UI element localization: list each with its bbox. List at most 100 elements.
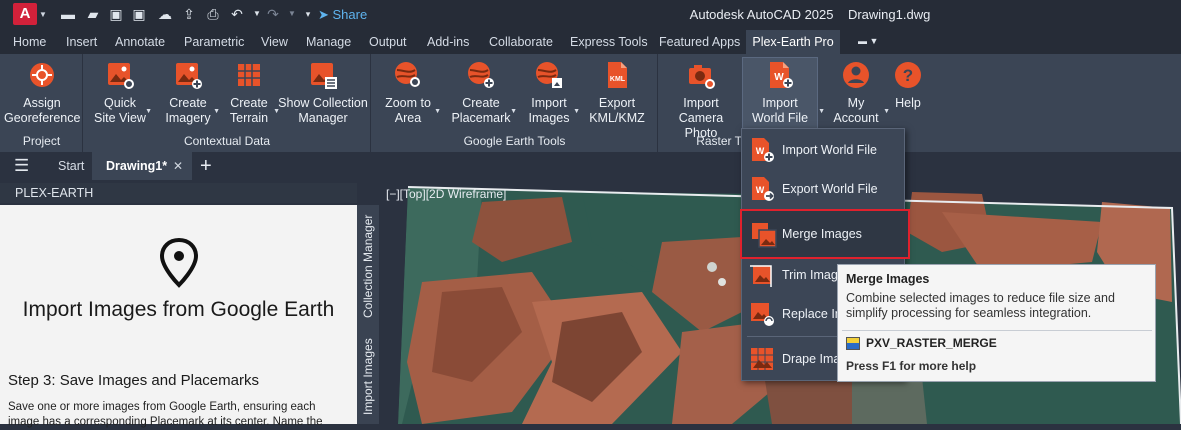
svg-text:W: W (774, 72, 784, 83)
terrain-grid-icon (238, 64, 260, 86)
tab-collaborate[interactable]: Collaborate (489, 30, 553, 54)
menu-item-label: Import World File (782, 143, 877, 157)
new-tab-icon[interactable]: + (200, 152, 220, 180)
my-account-label: My Account (833, 96, 879, 125)
create-terrain-button[interactable]: Create Terrain ▼ (224, 58, 280, 130)
show-collection-manager-label: Show Collection Manager (278, 96, 368, 125)
share-label: Share (332, 7, 368, 22)
menu-item-import-world-file[interactable]: W Import World File (743, 133, 903, 167)
tab-insert[interactable]: Insert (66, 30, 97, 54)
tab-parametric[interactable]: Parametric (184, 30, 244, 54)
show-collection-manager-button[interactable]: Show Collection Manager (278, 58, 368, 130)
cloud-icon[interactable]: ☁ (157, 6, 173, 22)
my-account-button[interactable]: My Account ▼ (828, 58, 890, 130)
help-button[interactable]: ? Help (890, 58, 926, 130)
undo-icon[interactable]: ↶ (229, 6, 245, 22)
globe-zoom-icon (395, 62, 420, 87)
imagery-icon (176, 63, 202, 89)
command-icon (846, 337, 860, 350)
menu-icon[interactable]: ☰ (14, 157, 34, 175)
chevron-down-icon[interactable]: ▼ (818, 108, 825, 115)
autocad-logo[interactable]: A (13, 3, 37, 25)
chevron-down-icon[interactable]: ▼ (284, 6, 300, 22)
quick-site-view-button[interactable]: Quick Site View ▼ (94, 58, 152, 130)
georeference-icon (30, 63, 54, 87)
menu-item-label: Trim Image (782, 268, 845, 282)
tab-annotate[interactable]: Annotate (115, 30, 165, 54)
export-kml-button[interactable]: KML Export KML/KMZ (586, 58, 648, 130)
menu-item-export-world-file[interactable]: W Export World File (743, 172, 903, 206)
chevron-down-icon[interactable]: ▼ (39, 10, 47, 19)
chevron-down-icon[interactable]: ▼ (883, 108, 890, 115)
collection-manager-icon (311, 63, 337, 89)
assign-georeference-label: Assign Georeference (4, 96, 81, 125)
tooltip-help: Press F1 for more help (846, 359, 977, 373)
menu-item-label: Replace Im (782, 307, 846, 321)
customize-icon[interactable]: ▾ (300, 6, 316, 22)
plex-earth-panel: Import Images from Google Earth Step 3: … (0, 205, 357, 428)
save-as-icon[interactable]: ▣ (131, 6, 147, 22)
create-placemark-label: Create Placemark (451, 96, 511, 125)
chevron-down-icon[interactable]: ▼ (213, 108, 220, 115)
group-raster-label: Raster T (696, 134, 742, 148)
chevron-down-icon[interactable]: ▼ (434, 108, 441, 115)
new-file-icon[interactable]: ▬ (60, 6, 76, 22)
tab-plex-earth-pro[interactable]: Plex-Earth Pro (746, 30, 840, 54)
globe-placemark-icon (468, 62, 494, 88)
print-icon[interactable]: ⎙ (205, 6, 221, 22)
redo-icon[interactable]: ↷ (265, 6, 281, 22)
tab-add-ins[interactable]: Add-ins (427, 30, 469, 54)
zoom-to-area-label: Zoom to Area (385, 96, 431, 125)
svg-text:KML: KML (610, 76, 626, 83)
zoom-to-area-button[interactable]: Zoom to Area ▼ (381, 58, 441, 130)
tab-manage[interactable]: Manage (306, 30, 351, 54)
menu-item-label: Export World File (782, 182, 878, 196)
save-icon[interactable]: ▣ (108, 6, 124, 22)
assign-georeference-button[interactable]: Assign Georeference (4, 58, 80, 130)
create-placemark-button[interactable]: Create Placemark ▼ (451, 58, 517, 130)
tab-options-icon[interactable]: ▬ ▼ (858, 36, 886, 48)
window-title: Autodesk AutoCAD 2025 Drawing1.dwg (689, 7, 931, 22)
help-label: Help (895, 96, 921, 110)
chevron-down-icon[interactable]: ▼ (510, 108, 517, 115)
open-folder-icon[interactable]: ▰ (85, 6, 101, 22)
trim-image-icon (750, 265, 772, 287)
tab-output[interactable]: Output (369, 30, 407, 54)
help-icon: ? (895, 62, 921, 88)
import-world-file-button[interactable]: W Import World File ▼ (742, 57, 825, 129)
replace-image-icon (751, 303, 774, 326)
tooltip-description: Combine selected images to reduce file s… (846, 291, 1115, 320)
svg-text:?: ? (903, 66, 913, 85)
export-kml-label: Export KML/KMZ (589, 96, 645, 125)
tooltip-separator (842, 330, 1152, 331)
tab-express-tools[interactable]: Express Tools (570, 30, 648, 54)
chevron-down-icon[interactable]: ▼ (249, 6, 265, 22)
tab-import-images[interactable]: Import Images from... (357, 329, 397, 424)
tab-home[interactable]: Home (13, 30, 46, 54)
globe-import-icon (536, 62, 562, 88)
step-text: Save one or more images from Google Eart… (8, 401, 323, 428)
import-camera-photo-button[interactable]: Import Camera Photo (662, 58, 740, 140)
group-contextual-label: Contextual Data (183, 134, 271, 148)
create-imagery-button[interactable]: Create Imagery ▼ (162, 58, 220, 130)
create-imagery-label: Create Imagery (165, 96, 211, 125)
share-button[interactable]: ➤ Share (318, 6, 367, 24)
tooltip-command: PXV_RASTER_MERGE (866, 336, 997, 350)
chevron-down-icon[interactable]: ▼ (145, 108, 152, 115)
tab-start[interactable]: Start (58, 152, 84, 180)
tab-featured-apps[interactable]: Featured Apps (659, 30, 740, 54)
chevron-down-icon[interactable]: ▼ (573, 108, 580, 115)
account-icon (843, 62, 869, 88)
import-images-button[interactable]: Import Images ▼ (524, 58, 580, 130)
tab-collection-manager[interactable]: Collection Manager (357, 211, 379, 321)
group-google-label: Google Earth Tools (463, 134, 566, 148)
menu-item-merge-images[interactable]: Merge Images (740, 209, 910, 259)
svg-text:W: W (756, 146, 765, 156)
panel-header: PLEX-EARTH (0, 183, 357, 203)
side-tab-strip: Collection Manager Import Images from... (357, 205, 397, 424)
menu-item-label: Merge Images (782, 227, 862, 241)
upload-icon[interactable]: ⇪ (181, 6, 197, 22)
close-icon[interactable]: ✕ (173, 152, 185, 180)
tab-view[interactable]: View (261, 30, 288, 54)
viewport-controls[interactable]: [−][Top][2D Wireframe] (386, 187, 506, 201)
